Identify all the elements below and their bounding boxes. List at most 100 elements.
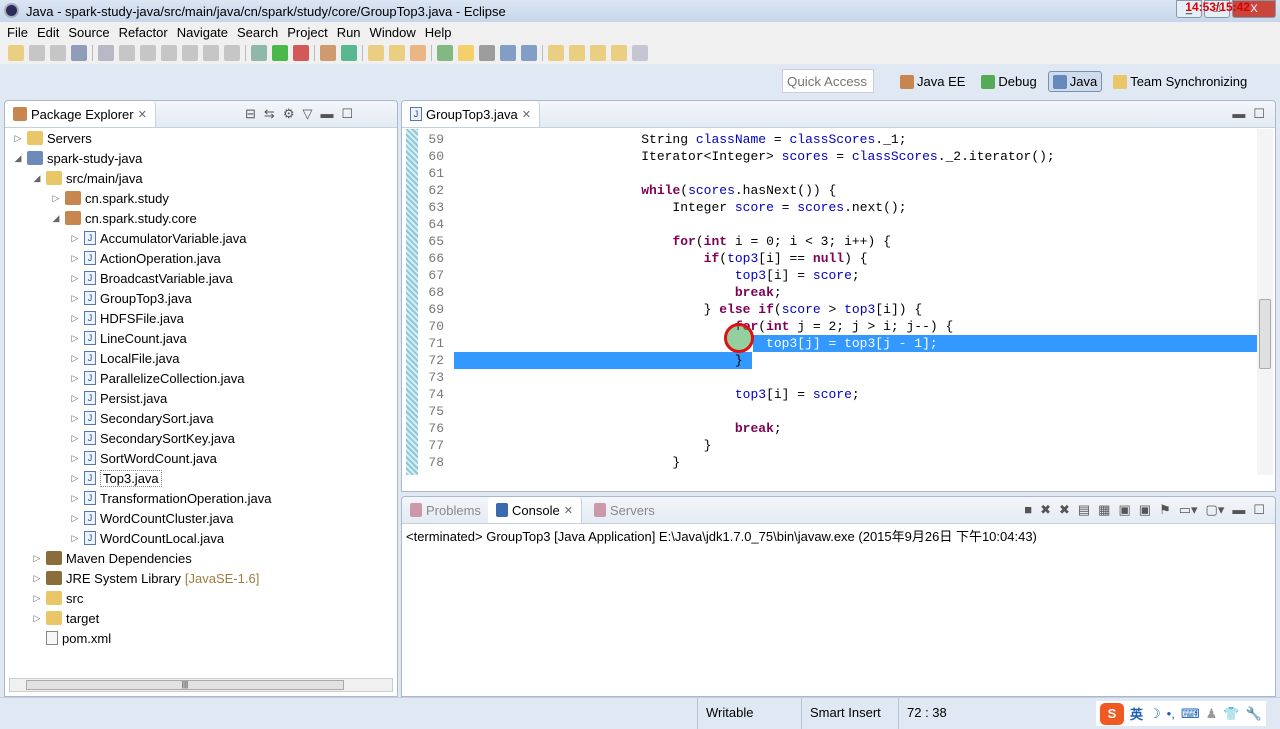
tree-item[interactable]: ▷ J Top3.java: [70, 468, 162, 488]
moon-icon[interactable]: ☽: [1149, 706, 1161, 722]
tree-item[interactable]: ▷ J ActionOperation.java: [70, 248, 221, 268]
user-icon[interactable]: ♟: [1206, 706, 1218, 722]
toolbar-button-icon[interactable]: [161, 45, 177, 61]
menu-project[interactable]: Project: [284, 25, 333, 40]
collapsed-arrow-icon[interactable]: ▷: [70, 293, 80, 304]
tree-item[interactable]: ▷ J WordCountCluster.java: [70, 508, 234, 528]
collapsed-arrow-icon[interactable]: ▷: [70, 533, 80, 544]
toolbar-button-icon[interactable]: [8, 45, 24, 61]
tree-item[interactable]: ▷ J LocalFile.java: [70, 348, 180, 368]
collapsed-arrow-icon[interactable]: ▷: [70, 493, 80, 504]
display-console-icon[interactable]: ▭▾: [1179, 502, 1198, 518]
toolbar-button-icon[interactable]: [368, 45, 384, 61]
tree-item[interactable]: ▷ Maven Dependencies: [32, 548, 192, 568]
toolbar-button-icon[interactable]: [320, 45, 336, 61]
tab-grouptop3-java[interactable]: J GroupTop3.java ✕: [402, 101, 540, 127]
remove-launch-icon[interactable]: ✖: [1040, 502, 1051, 518]
toolbar-button-icon[interactable]: [182, 45, 198, 61]
tree-item[interactable]: ▷ JRE System Library [JavaSE-1.6]: [32, 568, 260, 588]
collapsed-arrow-icon[interactable]: ▷: [70, 373, 80, 384]
collapsed-arrow-icon[interactable]: ▷: [32, 613, 42, 624]
toolbar-button-icon[interactable]: [548, 45, 564, 61]
collapsed-arrow-icon[interactable]: ▷: [70, 273, 80, 284]
show-on-stdout-icon[interactable]: ▣: [1118, 502, 1130, 518]
ime-language[interactable]: 英: [1130, 704, 1143, 723]
tree-item[interactable]: ▷ J LineCount.java: [70, 328, 187, 348]
toolbar-button-icon[interactable]: [341, 45, 357, 61]
tree-item[interactable]: ▷ J WordCountLocal.java: [70, 528, 225, 548]
collapsed-arrow-icon[interactable]: ▷: [70, 433, 80, 444]
tree-item[interactable]: ▷ target: [32, 608, 100, 628]
close-icon[interactable]: ✕: [564, 504, 573, 517]
view-menu-icon[interactable]: ▽: [302, 106, 312, 122]
menu-edit[interactable]: Edit: [34, 25, 65, 40]
clear-console-icon[interactable]: ▤: [1078, 502, 1090, 518]
collapsed-arrow-icon[interactable]: ▷: [70, 453, 80, 464]
tree-item[interactable]: ▷ J HDFSFile.java: [70, 308, 184, 328]
expanded-arrow-icon[interactable]: ◢: [32, 173, 42, 184]
toolbar-button-icon[interactable]: [521, 45, 537, 61]
show-on-stderr-icon[interactable]: ▣: [1139, 502, 1151, 518]
punctuation-icon[interactable]: •,: [1167, 706, 1175, 721]
minimize-icon[interactable]: ▬: [1232, 502, 1245, 518]
toolbar-button-icon[interactable]: [458, 45, 474, 61]
collapsed-arrow-icon[interactable]: ▷: [70, 393, 80, 404]
toolbar-button-icon[interactable]: [611, 45, 627, 61]
toolbar-button-icon[interactable]: [410, 45, 426, 61]
menu-run[interactable]: Run: [334, 25, 367, 40]
open-console-icon[interactable]: ▢▾: [1206, 502, 1225, 518]
remove-all-icon[interactable]: ✖: [1059, 502, 1070, 518]
skin-icon[interactable]: 👕: [1223, 706, 1239, 722]
minimize-icon[interactable]: ▬: [320, 106, 333, 122]
tree-item[interactable]: ▷ J GroupTop3.java: [70, 288, 192, 308]
perspective-team-synchronizing[interactable]: Team Synchronizing: [1108, 71, 1252, 92]
menu-search[interactable]: Search: [234, 25, 284, 40]
expanded-arrow-icon[interactable]: ◢: [51, 213, 61, 224]
collapsed-arrow-icon[interactable]: ▷: [70, 353, 80, 364]
toolbar-button-icon[interactable]: [569, 45, 585, 61]
menu-source[interactable]: Source: [65, 25, 115, 40]
vertical-scrollbar[interactable]: [1257, 129, 1273, 475]
toolbar-button-icon[interactable]: [590, 45, 606, 61]
tab-servers[interactable]: Servers: [586, 497, 663, 523]
tree-item[interactable]: ◢ spark-study-java: [13, 148, 143, 168]
tab-package-explorer[interactable]: Package Explorer ✕: [5, 101, 156, 127]
toolbar-button-icon[interactable]: [71, 45, 87, 61]
collapsed-arrow-icon[interactable]: ▷: [32, 553, 42, 564]
toolbar-button-icon[interactable]: [98, 45, 114, 61]
toolbar-button-icon[interactable]: [29, 45, 45, 61]
collapsed-arrow-icon[interactable]: ▷: [70, 413, 80, 424]
tree-item[interactable]: ▷ J SecondarySort.java: [70, 408, 214, 428]
tree-item[interactable]: ▷ J AccumulatorVariable.java: [70, 228, 247, 248]
toolbar-button-icon[interactable]: [437, 45, 453, 61]
tree-item[interactable]: ▷ J TransformationOperation.java: [70, 488, 272, 508]
horizontal-scrollbar[interactable]: |||: [9, 678, 393, 692]
toolbar-button-icon[interactable]: [251, 45, 267, 61]
collapsed-arrow-icon[interactable]: ▷: [70, 233, 80, 244]
tree-item[interactable]: ▷ cn.spark.study: [51, 188, 169, 208]
maximize-icon[interactable]: ☐: [341, 106, 353, 122]
collapsed-arrow-icon[interactable]: ▷: [70, 513, 80, 524]
tree-item[interactable]: ▷ J SortWordCount.java: [70, 448, 217, 468]
toolbar-button-icon[interactable]: [632, 45, 648, 61]
menu-file[interactable]: File: [4, 25, 34, 40]
toolbar-button-icon[interactable]: [293, 45, 309, 61]
perspective-debug[interactable]: Debug: [976, 71, 1041, 92]
toolbar-button-icon[interactable]: [500, 45, 516, 61]
code-editor[interactable]: 59 String className = classScores._1; 60 …: [404, 129, 1273, 475]
collapsed-arrow-icon[interactable]: ▷: [13, 133, 23, 144]
collapsed-arrow-icon[interactable]: ▷: [32, 593, 42, 604]
tree-item[interactable]: ▷ J ParallelizeCollection.java: [70, 368, 245, 388]
tab-problems[interactable]: Problems: [402, 497, 489, 523]
tab-console[interactable]: Console ✕: [488, 497, 582, 523]
wrench-icon[interactable]: 🔧: [1245, 706, 1261, 722]
collapsed-arrow-icon[interactable]: ▷: [70, 253, 80, 264]
toolbar-button-icon[interactable]: [389, 45, 405, 61]
link-with-editor-icon[interactable]: ⇆: [264, 106, 275, 122]
toolbar-button-icon[interactable]: [224, 45, 240, 61]
close-icon[interactable]: ✕: [522, 108, 531, 121]
perspective-java-ee[interactable]: Java EE: [895, 71, 970, 92]
tree-item[interactable]: ▷ src: [32, 588, 84, 608]
menu-help[interactable]: Help: [422, 25, 458, 40]
perspective-java[interactable]: Java: [1047, 71, 1103, 92]
